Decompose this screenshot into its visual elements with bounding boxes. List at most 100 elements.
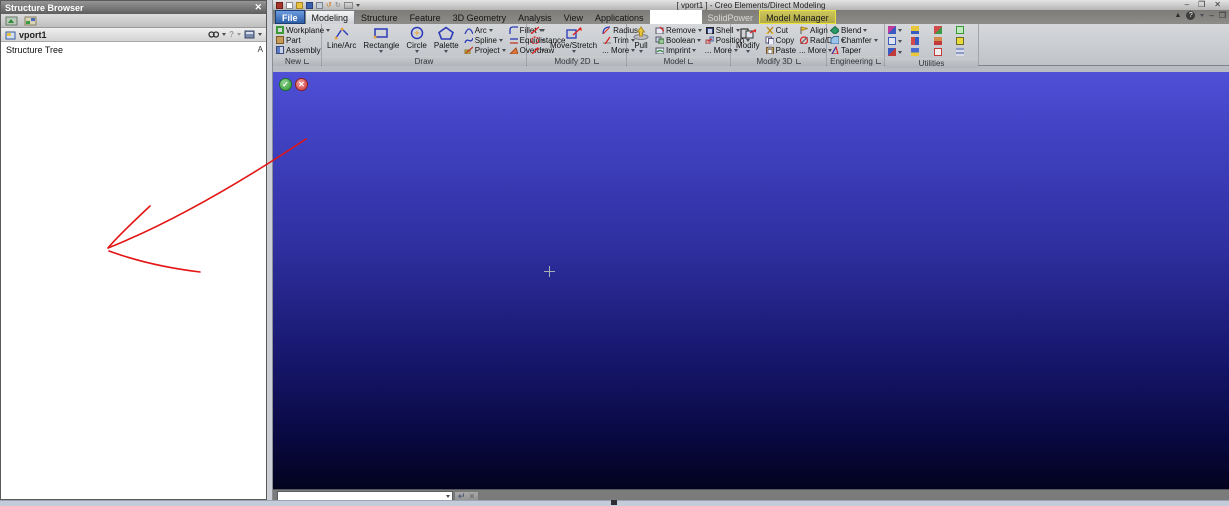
modify2d-arrow-button[interactable]	[530, 45, 545, 55]
tab-feature[interactable]: Feature	[404, 10, 447, 24]
line-arc-button[interactable]: Line/Arc	[325, 25, 358, 55]
undo-icon[interactable]: ↺	[326, 2, 332, 9]
window-titlebar[interactable]: ↺ ↻ [ vport1 ] - Creo Elements/Direct Mo…	[273, 0, 1229, 10]
paste-button[interactable]: Paste	[765, 45, 796, 55]
ribbon-group-modify-2d: Move/Stretch Radius Trim ... More Modify…	[527, 24, 638, 66]
utilities-button-11[interactable]	[933, 47, 953, 57]
utilities-button-1[interactable]	[888, 25, 907, 35]
modify2d-line-button[interactable]	[530, 25, 545, 35]
utilities-button-5[interactable]	[888, 36, 907, 46]
red-circle-icon	[530, 36, 539, 44]
dialog-launcher-icon[interactable]	[875, 59, 881, 64]
help-icon[interactable]: ?	[1186, 11, 1196, 20]
structure-browser-titlebar[interactable]: Structure Browser ✕	[1, 1, 266, 14]
palette-icon	[438, 26, 455, 40]
tab-view[interactable]: View	[558, 10, 589, 24]
cut-button[interactable]: Cut	[765, 25, 796, 35]
copy-button[interactable]: Copy	[765, 35, 796, 45]
chamfer-button[interactable]: Chamfer	[830, 35, 881, 45]
tab-3d-geometry[interactable]: 3D Geometry	[447, 10, 513, 24]
dialog-launcher-icon[interactable]	[688, 59, 694, 64]
modify2d-circle-button[interactable]	[530, 35, 545, 45]
close-icon[interactable]: ✕	[254, 3, 262, 12]
maximize-button[interactable]: ❒	[1198, 1, 1205, 9]
arc-button[interactable]: Arc	[464, 25, 506, 35]
dialog-launcher-icon[interactable]	[593, 59, 599, 64]
redo-icon[interactable]: ↻	[335, 2, 341, 9]
window-title: [ vport1 ] - Creo Elements/Direct Modeli…	[676, 0, 826, 10]
rectangle-button[interactable]: Rectangle	[361, 25, 401, 55]
cursor-artifact	[611, 500, 617, 505]
modify-button[interactable]: Modify	[734, 25, 762, 55]
taper-button[interactable]: Taper	[830, 45, 881, 55]
red-arrow-caret-icon	[541, 48, 545, 52]
pull-button[interactable]: Pull	[630, 25, 652, 55]
utilities-button-6[interactable]	[910, 36, 930, 46]
dialog-launcher-icon[interactable]	[795, 59, 801, 64]
customize-quick-access-icon[interactable]	[343, 1, 353, 9]
structure-tree-area[interactable]: Structure Tree A	[1, 42, 266, 58]
confirm-button[interactable]: ✓	[279, 78, 292, 91]
utility-icon-2	[910, 26, 919, 34]
project-button[interactable]: Project	[464, 45, 506, 55]
tab-modeling[interactable]: Modeling	[304, 10, 356, 24]
customize-dropdown-caret-icon[interactable]	[355, 3, 360, 7]
spline-icon	[464, 37, 473, 44]
imprint-button[interactable]: Imprint	[655, 45, 702, 55]
find-dropdown-caret-icon[interactable]	[222, 33, 227, 36]
align-icon	[800, 26, 809, 34]
open-folder-icon[interactable]	[296, 1, 303, 9]
trim-icon	[603, 36, 612, 44]
new-file-icon[interactable]	[286, 1, 293, 9]
fillet-icon	[509, 26, 518, 34]
browser-display-options-button[interactable]	[23, 15, 38, 26]
help-dropdown-caret-icon[interactable]	[1200, 14, 1205, 17]
cancel-button[interactable]: ✕	[295, 78, 308, 91]
palette-button[interactable]: Palette	[432, 25, 461, 55]
child-restore-icon[interactable]: ❒	[1219, 11, 1226, 20]
app-logo-icon[interactable]	[276, 1, 283, 9]
ribbon-collapse-icon[interactable]: ▲	[1174, 12, 1181, 19]
group-label-modify-3d: Modify 3D	[731, 56, 826, 66]
tab-solidpower[interactable]: SolidPower	[702, 10, 760, 24]
window-select-icon[interactable]	[244, 30, 255, 39]
dialog-launcher-icon[interactable]	[304, 59, 309, 64]
tab-applications[interactable]: Applications	[589, 10, 650, 24]
utility-icon-6	[910, 37, 919, 45]
find-icon[interactable]	[208, 30, 220, 39]
structure-browser-item-row[interactable]: vport1 ?	[1, 28, 266, 42]
move-stretch-button[interactable]: Move/Stretch	[548, 25, 599, 55]
browser-tree-view-button[interactable]	[4, 15, 19, 26]
main-window: ↺ ↻ [ vport1 ] - Creo Elements/Direct Mo…	[273, 0, 1229, 506]
blend-button[interactable]: Blend	[830, 25, 881, 35]
minimize-button[interactable]: –	[1185, 1, 1189, 9]
rad-dia-icon	[799, 36, 809, 44]
close-button[interactable]: ✕	[1214, 1, 1221, 9]
utilities-button-8[interactable]	[956, 36, 975, 46]
tree-corner-marker: A	[257, 45, 263, 54]
tab-analysis[interactable]: Analysis	[512, 10, 558, 24]
utilities-button-7[interactable]	[933, 36, 953, 46]
child-minimize-icon[interactable]: –	[1209, 11, 1213, 20]
save-icon[interactable]	[306, 1, 313, 9]
tab-file[interactable]: File	[275, 10, 305, 24]
remove-button[interactable]: Remove	[655, 25, 702, 35]
utilities-button-2[interactable]	[910, 25, 930, 35]
filter-dropdown-caret-icon[interactable]	[237, 33, 241, 36]
quick-access-toolbar: ↺ ↻	[273, 1, 360, 9]
utilities-button-3[interactable]	[933, 25, 953, 35]
utilities-button-4[interactable]	[956, 25, 975, 35]
command-history-caret-icon[interactable]	[446, 495, 450, 498]
circle-button[interactable]: Circle	[404, 25, 428, 55]
window-select-dropdown-caret-icon[interactable]	[258, 33, 262, 36]
tab-structure[interactable]: Structure	[355, 10, 404, 24]
tab-model-manager[interactable]: Model Manager	[759, 10, 836, 24]
utilities-button-10[interactable]	[910, 47, 930, 57]
boolean-button[interactable]: Boolean	[655, 35, 702, 45]
utilities-button-9[interactable]	[888, 47, 907, 57]
print-preview-icon[interactable]	[316, 1, 323, 9]
filter-icon[interactable]: ?	[229, 30, 234, 39]
viewport-3d[interactable]: ✓ ✕	[273, 72, 1229, 489]
utilities-button-12[interactable]	[956, 47, 975, 57]
spline-button[interactable]: Spline	[464, 35, 506, 45]
